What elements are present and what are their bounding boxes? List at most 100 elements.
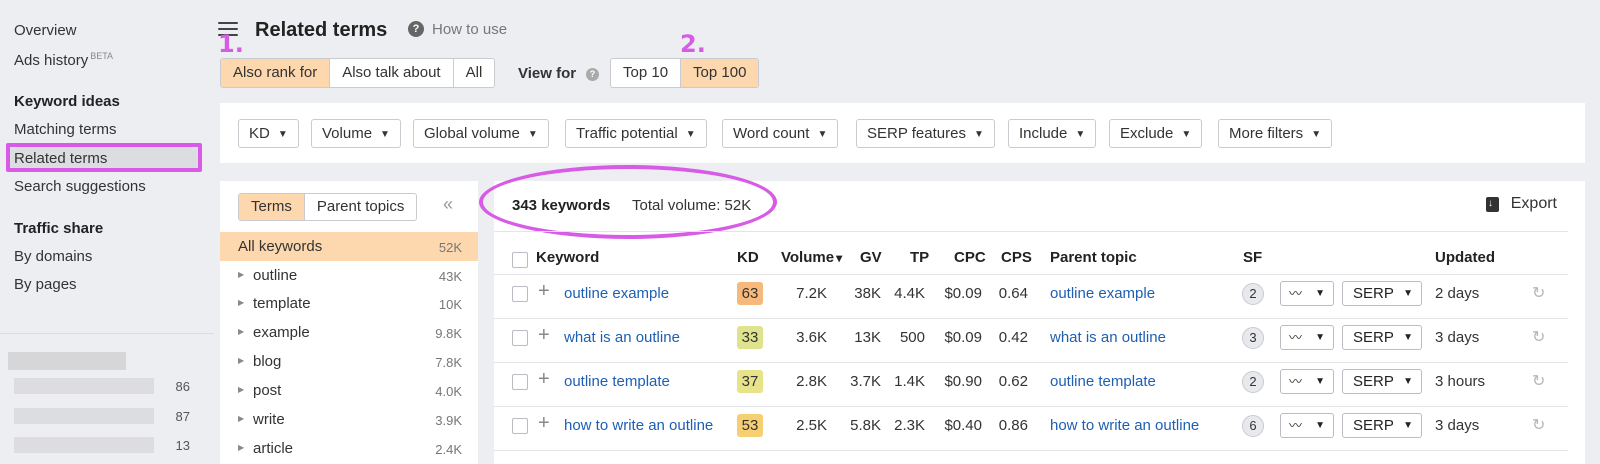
col-cps[interactable]: CPS	[1001, 249, 1032, 266]
plus-icon[interactable]: +	[538, 368, 550, 391]
serp-button[interactable]: SERP ▼	[1342, 281, 1422, 306]
term-item-all-keywords[interactable]: All keywords 52K	[220, 232, 478, 261]
filter-include[interactable]: Include ▼	[1008, 119, 1097, 148]
col-volume[interactable]: Volume ▾	[781, 249, 842, 266]
nav-overview[interactable]: Overview	[14, 22, 77, 39]
term-item[interactable]: ▶ blog 7.8K	[220, 347, 478, 376]
col-cpc[interactable]: CPC	[954, 249, 986, 266]
col-kd[interactable]: KD	[737, 249, 759, 266]
sf-count[interactable]: 2	[1242, 371, 1264, 393]
double-chevron-left-icon[interactable]: «	[443, 194, 453, 215]
col-keyword[interactable]: Keyword	[536, 249, 599, 266]
expand-arrow-icon[interactable]: ▶	[238, 414, 244, 423]
how-to-use-link[interactable]: How to use	[432, 21, 507, 38]
tab-top-100[interactable]: Top 100	[681, 59, 759, 87]
cpc-value: $0.09	[944, 285, 982, 302]
col-updated[interactable]: Updated	[1435, 249, 1495, 266]
refresh-icon[interactable]: ↻	[1532, 371, 1545, 391]
expand-arrow-icon[interactable]: ▶	[238, 385, 244, 394]
term-item[interactable]: ▶ outline 43K	[220, 261, 478, 290]
help-icon[interactable]: ?	[408, 21, 424, 37]
filter-word-count[interactable]: Word count ▼	[722, 119, 839, 148]
trend-chart-button[interactable]: 〰 ▼	[1280, 281, 1334, 306]
cpc-value: $0.09	[944, 329, 982, 346]
term-count: 43K	[438, 269, 462, 284]
col-parent-topic[interactable]: Parent topic	[1050, 249, 1137, 266]
plus-icon[interactable]: +	[538, 280, 550, 303]
refresh-icon[interactable]: ↻	[1532, 415, 1545, 435]
view-for-label: View for	[518, 65, 577, 82]
nav-related-terms[interactable]: Related terms	[14, 150, 107, 167]
parent-topic-link[interactable]: outline example	[1050, 285, 1155, 302]
expand-arrow-icon[interactable]: ▶	[238, 298, 244, 307]
refresh-icon[interactable]: ↻	[1532, 327, 1545, 347]
trend-chart-button[interactable]: 〰 ▼	[1280, 413, 1334, 438]
serp-button[interactable]: SERP ▼	[1342, 413, 1422, 438]
sf-count[interactable]: 6	[1242, 415, 1264, 437]
trend-chart-button[interactable]: 〰 ▼	[1280, 369, 1334, 394]
tab-top-10[interactable]: Top 10	[611, 59, 682, 87]
nav-ads-history-label: Ads history	[14, 52, 89, 69]
expand-arrow-icon[interactable]: ▶	[238, 443, 244, 452]
select-all-checkbox[interactable]	[512, 252, 528, 268]
nav-ads-history[interactable]: Ads history BETA	[14, 51, 113, 69]
row-checkbox[interactable]	[512, 418, 528, 434]
tab-all[interactable]: All	[454, 59, 495, 87]
beta-badge: BETA	[90, 51, 114, 61]
nav-by-pages[interactable]: By pages	[14, 276, 77, 293]
expand-arrow-icon[interactable]: ▶	[238, 327, 244, 336]
plus-icon[interactable]: +	[538, 324, 550, 347]
row-checkbox[interactable]	[512, 374, 528, 390]
tab-parent-topics[interactable]: Parent topics	[305, 194, 417, 220]
filter-volume[interactable]: Volume ▼	[311, 119, 401, 148]
col-sf[interactable]: SF	[1243, 249, 1262, 266]
parent-topic-link[interactable]: outline template	[1050, 373, 1156, 390]
term-item[interactable]: ▶ write 3.9K	[220, 405, 478, 434]
cpc-value: $0.90	[944, 373, 982, 390]
term-item[interactable]: ▶ article 2.4K	[220, 434, 478, 463]
nav-by-domains[interactable]: By domains	[14, 248, 92, 265]
filter-bar: KD ▼ Volume ▼ Global volume ▼ Traffic poten…	[220, 103, 1585, 163]
col-tp[interactable]: TP	[910, 249, 929, 266]
tab-also-rank-for[interactable]: Also rank for	[221, 59, 331, 87]
serp-button[interactable]: SERP ▼	[1342, 369, 1422, 394]
serp-label: SERP	[1353, 329, 1394, 346]
keyword-link[interactable]: outline template	[564, 373, 670, 390]
expand-arrow-icon[interactable]: ▶	[238, 356, 244, 365]
expand-arrow-icon[interactable]: ▶	[238, 270, 244, 279]
filter-more[interactable]: More filters ▼	[1218, 119, 1333, 148]
sf-count[interactable]: 2	[1242, 283, 1264, 305]
filter-exclude[interactable]: Exclude ▼	[1109, 119, 1203, 148]
caret-down-icon: ▼	[1403, 288, 1413, 299]
row-checkbox[interactable]	[512, 330, 528, 346]
term-item[interactable]: ▶ template 10K	[220, 289, 478, 318]
term-item[interactable]: ▶ post 4.0K	[220, 376, 478, 405]
cpc-value: $0.40	[944, 417, 982, 434]
keyword-link[interactable]: outline example	[564, 285, 669, 302]
keyword-link[interactable]: what is an outline	[564, 329, 680, 346]
filter-traffic-potential[interactable]: Traffic potential ▼	[565, 119, 707, 148]
tab-also-talk-about[interactable]: Also talk about	[330, 59, 454, 87]
nav-matching-terms[interactable]: Matching terms	[14, 121, 117, 138]
refresh-icon[interactable]: ↻	[1532, 283, 1545, 303]
help-icon[interactable]: ?	[586, 68, 599, 81]
plus-icon[interactable]: +	[538, 412, 550, 435]
download-icon[interactable]	[1486, 197, 1499, 212]
export-button[interactable]: Export	[1511, 195, 1557, 213]
caret-down-icon: ▼	[1315, 420, 1325, 431]
term-item[interactable]: ▶ example 9.8K	[220, 318, 478, 347]
tab-terms[interactable]: Terms	[239, 194, 305, 220]
parent-topic-link[interactable]: how to write an outline	[1050, 417, 1199, 434]
filter-serp-features[interactable]: SERP features ▼	[856, 119, 995, 148]
nav-search-suggestions[interactable]: Search suggestions	[14, 178, 146, 195]
col-gv[interactable]: GV	[860, 249, 882, 266]
blurred-item	[14, 408, 154, 424]
keyword-link[interactable]: how to write an outline	[564, 417, 713, 434]
trend-chart-button[interactable]: 〰 ▼	[1280, 325, 1334, 350]
serp-button[interactable]: SERP ▼	[1342, 325, 1422, 350]
parent-topic-link[interactable]: what is an outline	[1050, 329, 1166, 346]
sf-count[interactable]: 3	[1242, 327, 1264, 349]
filter-global-volume[interactable]: Global volume ▼	[413, 119, 549, 148]
row-checkbox[interactable]	[512, 286, 528, 302]
filter-kd[interactable]: KD ▼	[238, 119, 299, 148]
